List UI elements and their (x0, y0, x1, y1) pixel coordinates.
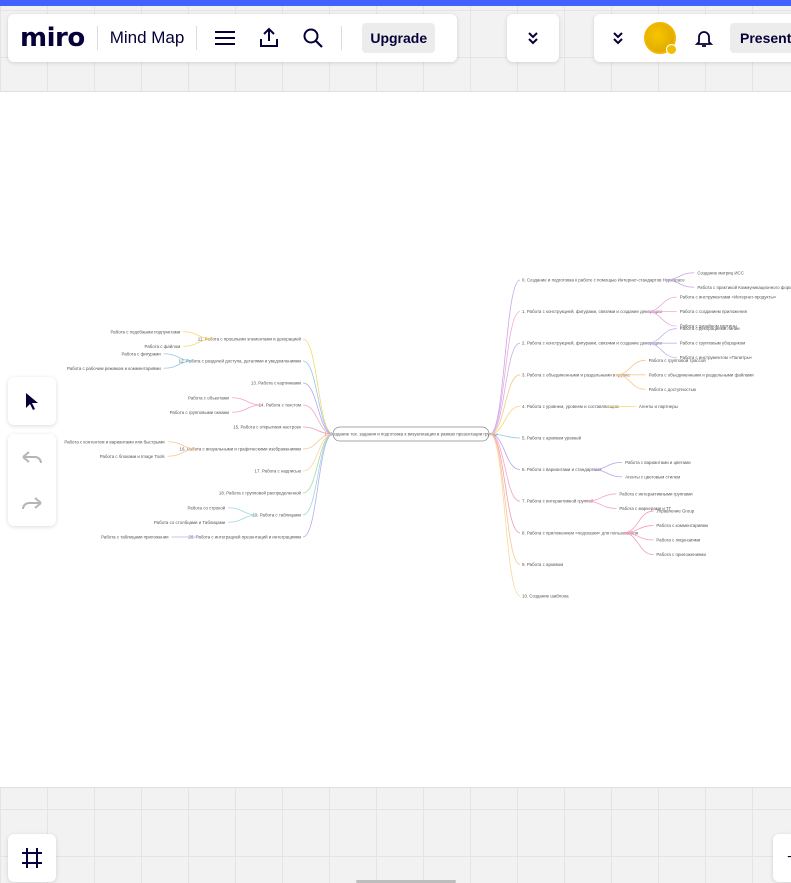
toolbar-divider (196, 26, 198, 50)
upgrade-button[interactable]: Upgrade (362, 23, 436, 53)
mind-map-branch-label[interactable]: 11. Работа с прошлыми элементами и декор… (198, 337, 302, 342)
zoom-controls[interactable]: + (773, 834, 791, 882)
mind-map-child-label[interactable]: Работа с практикой Коммуникационного фор… (697, 285, 791, 290)
mind-map-child-line[interactable] (231, 397, 263, 406)
mind-map-child-label[interactable]: Работа с рабочим режимом и комментариями (67, 366, 161, 371)
mind-map-child-label[interactable]: Работа с файлом (145, 344, 181, 349)
mind-map-branch-label[interactable]: 0. Создание и подготовка к работе с помо… (522, 278, 685, 283)
mind-map-child-label[interactable]: Работа с блоками и Image Tools (100, 454, 166, 459)
mind-map-branch-line[interactable] (489, 279, 521, 435)
mind-map-child-label[interactable]: Работа с приложениями (656, 552, 706, 557)
mind-map-child-label[interactable]: Работа с доступностью (649, 387, 697, 392)
collapse-collab-button[interactable] (602, 22, 634, 54)
mind-map-branch-label[interactable]: 10. Создание шаблона (522, 594, 569, 599)
mind-map-child-label[interactable]: Работа со столбцами и Таблицами (154, 520, 226, 525)
mind-map-branch-label[interactable]: 19. Работа с таблицами (252, 513, 301, 518)
mind-map-branch-label[interactable]: 12. Работа с раздачей доступа, деталями … (179, 359, 302, 364)
mind-map-child-label[interactable]: Работа с подобными подпунктами (110, 329, 180, 334)
mind-map-branch-label[interactable]: 20. Работа с интеграцией презентаций и и… (188, 535, 301, 540)
select-tool-button[interactable] (8, 377, 56, 425)
mind-map[interactable]: 1. Создание тех. задания и подготовка к … (0, 0, 791, 883)
mind-map-branch-line[interactable] (489, 311, 521, 435)
mind-map-child-label[interactable]: Работа с групповыми окнами (170, 410, 230, 415)
upload-icon[interactable] (253, 22, 285, 54)
mind-map-branch-label[interactable]: 15. Работа с открытием настроек (233, 425, 301, 430)
history-panel (8, 434, 56, 526)
double-chevron-down-icon (613, 32, 623, 45)
collapse-toolbar-button[interactable] (507, 14, 559, 62)
mind-map-branch-label[interactable]: 14. Работа с текстом (259, 403, 301, 408)
cursor-icon (26, 393, 38, 410)
miro-logo[interactable]: miro (20, 23, 85, 53)
zoom-in-button[interactable]: + (787, 849, 791, 867)
collaboration-toolbar: Present (594, 14, 791, 62)
mind-map-branch-label[interactable]: 1. Работа с конструкцией, фигурами, связ… (522, 309, 662, 314)
mind-map-child-label[interactable]: Работа с декорациями линии (680, 326, 740, 331)
present-button[interactable]: Present (730, 23, 791, 53)
mind-map-child-line[interactable] (231, 404, 263, 413)
mind-map-child-label[interactable]: Создание матриц ИСС (697, 270, 744, 275)
mind-map-branch-label[interactable]: 7. Работа с интерактивной группой (522, 499, 594, 504)
mind-map-branch-label[interactable]: 6. Работа с вариантами и стандартами (522, 467, 602, 472)
avatar[interactable] (644, 22, 677, 55)
mind-map-root-label[interactable]: 1. Создание тех. задания и подготовка к … (324, 432, 497, 437)
mind-map-branch-line[interactable] (302, 433, 334, 516)
search-icon[interactable] (297, 22, 329, 54)
mind-map-child-label[interactable]: Работа с контентом и вариантами или быст… (64, 439, 165, 444)
main-toolbar: miro Mind Map Upgrade (8, 14, 457, 62)
mind-map-child-label[interactable]: Работа с лицензиями (656, 538, 700, 543)
mind-map-branch-line[interactable] (489, 433, 521, 502)
online-status-dot (666, 44, 677, 55)
mind-map-child-label[interactable]: Управление Group (656, 509, 694, 514)
mind-map-child-label[interactable]: Работа с интерактивными группами (619, 491, 693, 496)
mind-map-branch-line[interactable] (302, 360, 334, 435)
mind-map-branch-line[interactable] (302, 433, 334, 538)
mind-map-child-label[interactable]: Работа с инструментами «Интернет-продукт… (680, 295, 777, 300)
mind-map-child-label[interactable]: Работа с комментариями (656, 523, 708, 528)
toolbar-divider (341, 26, 343, 50)
mind-map-child-label[interactable]: Работа с фигурами (121, 351, 161, 356)
mind-map-branch-label[interactable]: 8. Работа с приложением «подсказки» для … (522, 530, 639, 535)
mind-map-branch-label[interactable]: 9. Работа с архивом (522, 562, 563, 567)
double-chevron-down-icon (528, 32, 538, 45)
mind-map-branch-label[interactable]: 17. Работа с надписью (255, 469, 302, 474)
mind-map-branch-label[interactable]: 5. Работа с архивом уровней (522, 436, 582, 441)
mind-map-branch-label[interactable]: 4. Работа с уровнем, уровнем и составляю… (522, 404, 619, 409)
mind-map-child-label[interactable]: Работа со строкой (188, 505, 226, 510)
mind-map-branch-line[interactable] (302, 382, 334, 435)
undo-icon[interactable] (16, 441, 48, 473)
frames-icon (22, 848, 42, 868)
mind-map-branch-label[interactable]: 18. Работа с групповой распределенной (219, 491, 302, 496)
mind-map-child-label[interactable]: Работа с объединенными и раздельными фай… (649, 372, 755, 377)
mind-map-branch-label[interactable]: 3. Работа с объединенными и раздельными … (522, 372, 630, 377)
frames-button[interactable] (8, 834, 56, 882)
mind-map-child-label[interactable]: Работа с объектами (188, 395, 230, 400)
mind-map-branch-line[interactable] (489, 433, 521, 597)
mind-map-branch-label[interactable]: 13. Работа с картинками (251, 381, 302, 386)
mind-map-child-label[interactable]: Работа с таблицами приложения (101, 535, 169, 540)
bell-icon[interactable] (688, 22, 720, 54)
toolbar-divider (96, 26, 98, 50)
mind-map-branch-line[interactable] (489, 374, 521, 435)
mind-map-child-label[interactable]: Агенты и партнеры (639, 404, 678, 409)
mind-map-child-label[interactable]: Работа с групповой трассой (649, 358, 707, 363)
mind-map-branch-label[interactable]: 2. Работа с конструкцией, фигурами, связ… (522, 341, 662, 346)
mind-map-child-label[interactable]: Работа с групповым уборщиком (680, 341, 745, 346)
mind-map-branch-line[interactable] (302, 433, 334, 472)
mind-map-child-label[interactable]: Работа с созданием приложения (680, 309, 748, 314)
mind-map-branch-label[interactable]: 16. Работа с визуальными и графическими … (180, 447, 302, 452)
redo-icon[interactable] (16, 487, 48, 519)
board-title[interactable]: Mind Map (110, 28, 185, 48)
mind-map-child-label[interactable]: Агенты с цветовым стилем (625, 474, 680, 479)
hamburger-icon[interactable] (209, 22, 241, 54)
mind-map-child-label[interactable]: Работа с вариантами и цветами (625, 460, 691, 465)
